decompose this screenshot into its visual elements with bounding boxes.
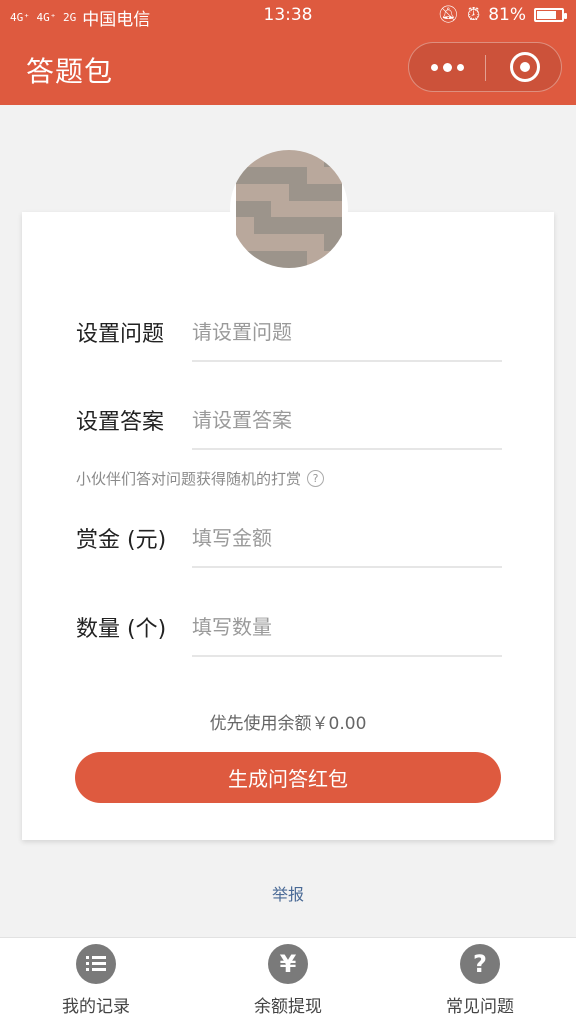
status-right: 🔕︎ ⏰︎ 81% (437, 5, 567, 25)
close-target-icon[interactable] (510, 52, 540, 82)
battery-fill (537, 11, 557, 19)
avatar-pixel (288, 183, 307, 201)
avatar-pixel (306, 183, 325, 201)
avatar-pixel (253, 150, 272, 167)
reward-field: 赏金 (元) (76, 510, 502, 570)
alarm-icon: ⏰︎ (466, 5, 481, 25)
avatar-pixel (271, 251, 289, 268)
reward-hint-text: 小伙伴们答对问题获得随机的打赏 (76, 470, 302, 488)
dot-icon (430, 63, 438, 71)
avatar-pixel (306, 200, 325, 218)
avatar-pixel (324, 200, 342, 218)
quantity-label: 数量 (个) (76, 617, 167, 642)
avatar-pixel (288, 251, 307, 268)
avatar-pixel (306, 150, 325, 167)
battery-percent: 81% (488, 5, 526, 25)
avatar-pixel (324, 183, 342, 201)
question-label: 设置问题 (76, 322, 165, 347)
question-glyph: ? (473, 950, 487, 978)
avatar-pixel (324, 166, 342, 184)
avatar-pixel (236, 166, 254, 184)
avatar-pixel (306, 217, 325, 235)
avatar-pixel (324, 217, 342, 235)
answer-label: 设置答案 (76, 410, 165, 435)
avatar-pixel (324, 150, 342, 167)
avatar-pixel (236, 200, 254, 218)
avatar-pixel (253, 183, 272, 201)
avatar-pixel (271, 166, 289, 184)
avatar-pixel (306, 234, 325, 252)
avatar-pixel (236, 150, 254, 167)
avatar-pixel (288, 166, 307, 184)
avatar-pixel (288, 200, 307, 218)
avatar-pixel (288, 234, 307, 252)
status-bar: 4G⁺ 4G⁺ 2G 中国电信 13:38 🔕︎ ⏰︎ 81% (0, 0, 576, 30)
avatar-pixel (324, 234, 342, 252)
avatar-pixel (271, 200, 289, 218)
avatar-pixel (288, 217, 307, 235)
tab-bar: 我的记录 ¥ 余额提现 ? 常见问题 (0, 937, 576, 1024)
question-field: 设置问题 (76, 304, 502, 364)
page-title: 答题包 (26, 55, 114, 88)
answer-input[interactable] (192, 392, 502, 450)
avatar-pixel-grid (236, 150, 342, 268)
avatar-pixel (253, 234, 272, 252)
tab-faq[interactable]: ? 常见问题 (384, 938, 576, 1024)
avatar-pixel (271, 183, 289, 201)
reward-amount-input[interactable] (192, 510, 502, 568)
avatar-pixel (236, 217, 254, 235)
avatar-pixel (253, 166, 272, 184)
avatar (230, 150, 348, 268)
tab-my-records[interactable]: 我的记录 (0, 938, 192, 1024)
avatar-pixel (288, 150, 307, 167)
mini-program-capsule (408, 42, 562, 92)
battery-icon (534, 8, 567, 22)
balance-text: 优先使用余额￥0.00 (209, 714, 367, 734)
avatar-pixel (324, 251, 342, 268)
avatar-pixel (271, 234, 289, 252)
question-icon: ? (460, 944, 500, 984)
report-link[interactable]: 举报 (0, 881, 576, 905)
dot-icon (456, 63, 464, 71)
tab-withdraw[interactable]: ¥ 余额提现 (192, 938, 384, 1024)
yen-glyph: ¥ (279, 950, 297, 978)
avatar-pixel (253, 217, 272, 235)
top-bar: 4G⁺ 4G⁺ 2G 中国电信 13:38 🔕︎ ⏰︎ 81% 答题包 (0, 0, 576, 105)
reward-hint: 小伙伴们答对问题获得随机的打赏 ? (76, 468, 325, 489)
avatar-pixel (271, 217, 289, 235)
mute-icon: 🔕︎ (437, 5, 459, 25)
tab-label: 余额提现 (254, 997, 322, 1017)
avatar-pixel (253, 200, 272, 218)
quantity-input[interactable] (192, 599, 502, 657)
more-button[interactable] (409, 43, 485, 91)
avatar-pixel (236, 251, 254, 268)
avatar-pixel (236, 183, 254, 201)
capsule-divider (485, 55, 486, 81)
generate-packet-button[interactable]: 生成问答红包 (75, 752, 501, 803)
avatar-pixel (306, 251, 325, 268)
avatar-pixel (253, 251, 272, 268)
avatar-pixel (306, 166, 325, 184)
list-icon (76, 944, 116, 984)
help-icon[interactable]: ? (307, 470, 325, 487)
form-card: 设置问题 设置答案 小伙伴们答对问题获得随机的打赏 ? 赏金 (元) 数量 (个… (22, 212, 554, 840)
avatar-pixel (236, 234, 254, 252)
question-input[interactable] (192, 304, 502, 362)
answer-field: 设置答案 (76, 392, 502, 452)
quantity-field: 数量 (个) (76, 599, 502, 659)
reward-label: 赏金 (元) (76, 528, 167, 553)
yen-icon: ¥ (268, 944, 308, 984)
avatar-pixel (271, 150, 289, 167)
tab-label: 常见问题 (446, 997, 514, 1017)
dot-icon (442, 62, 452, 72)
tab-label: 我的记录 (62, 997, 130, 1017)
